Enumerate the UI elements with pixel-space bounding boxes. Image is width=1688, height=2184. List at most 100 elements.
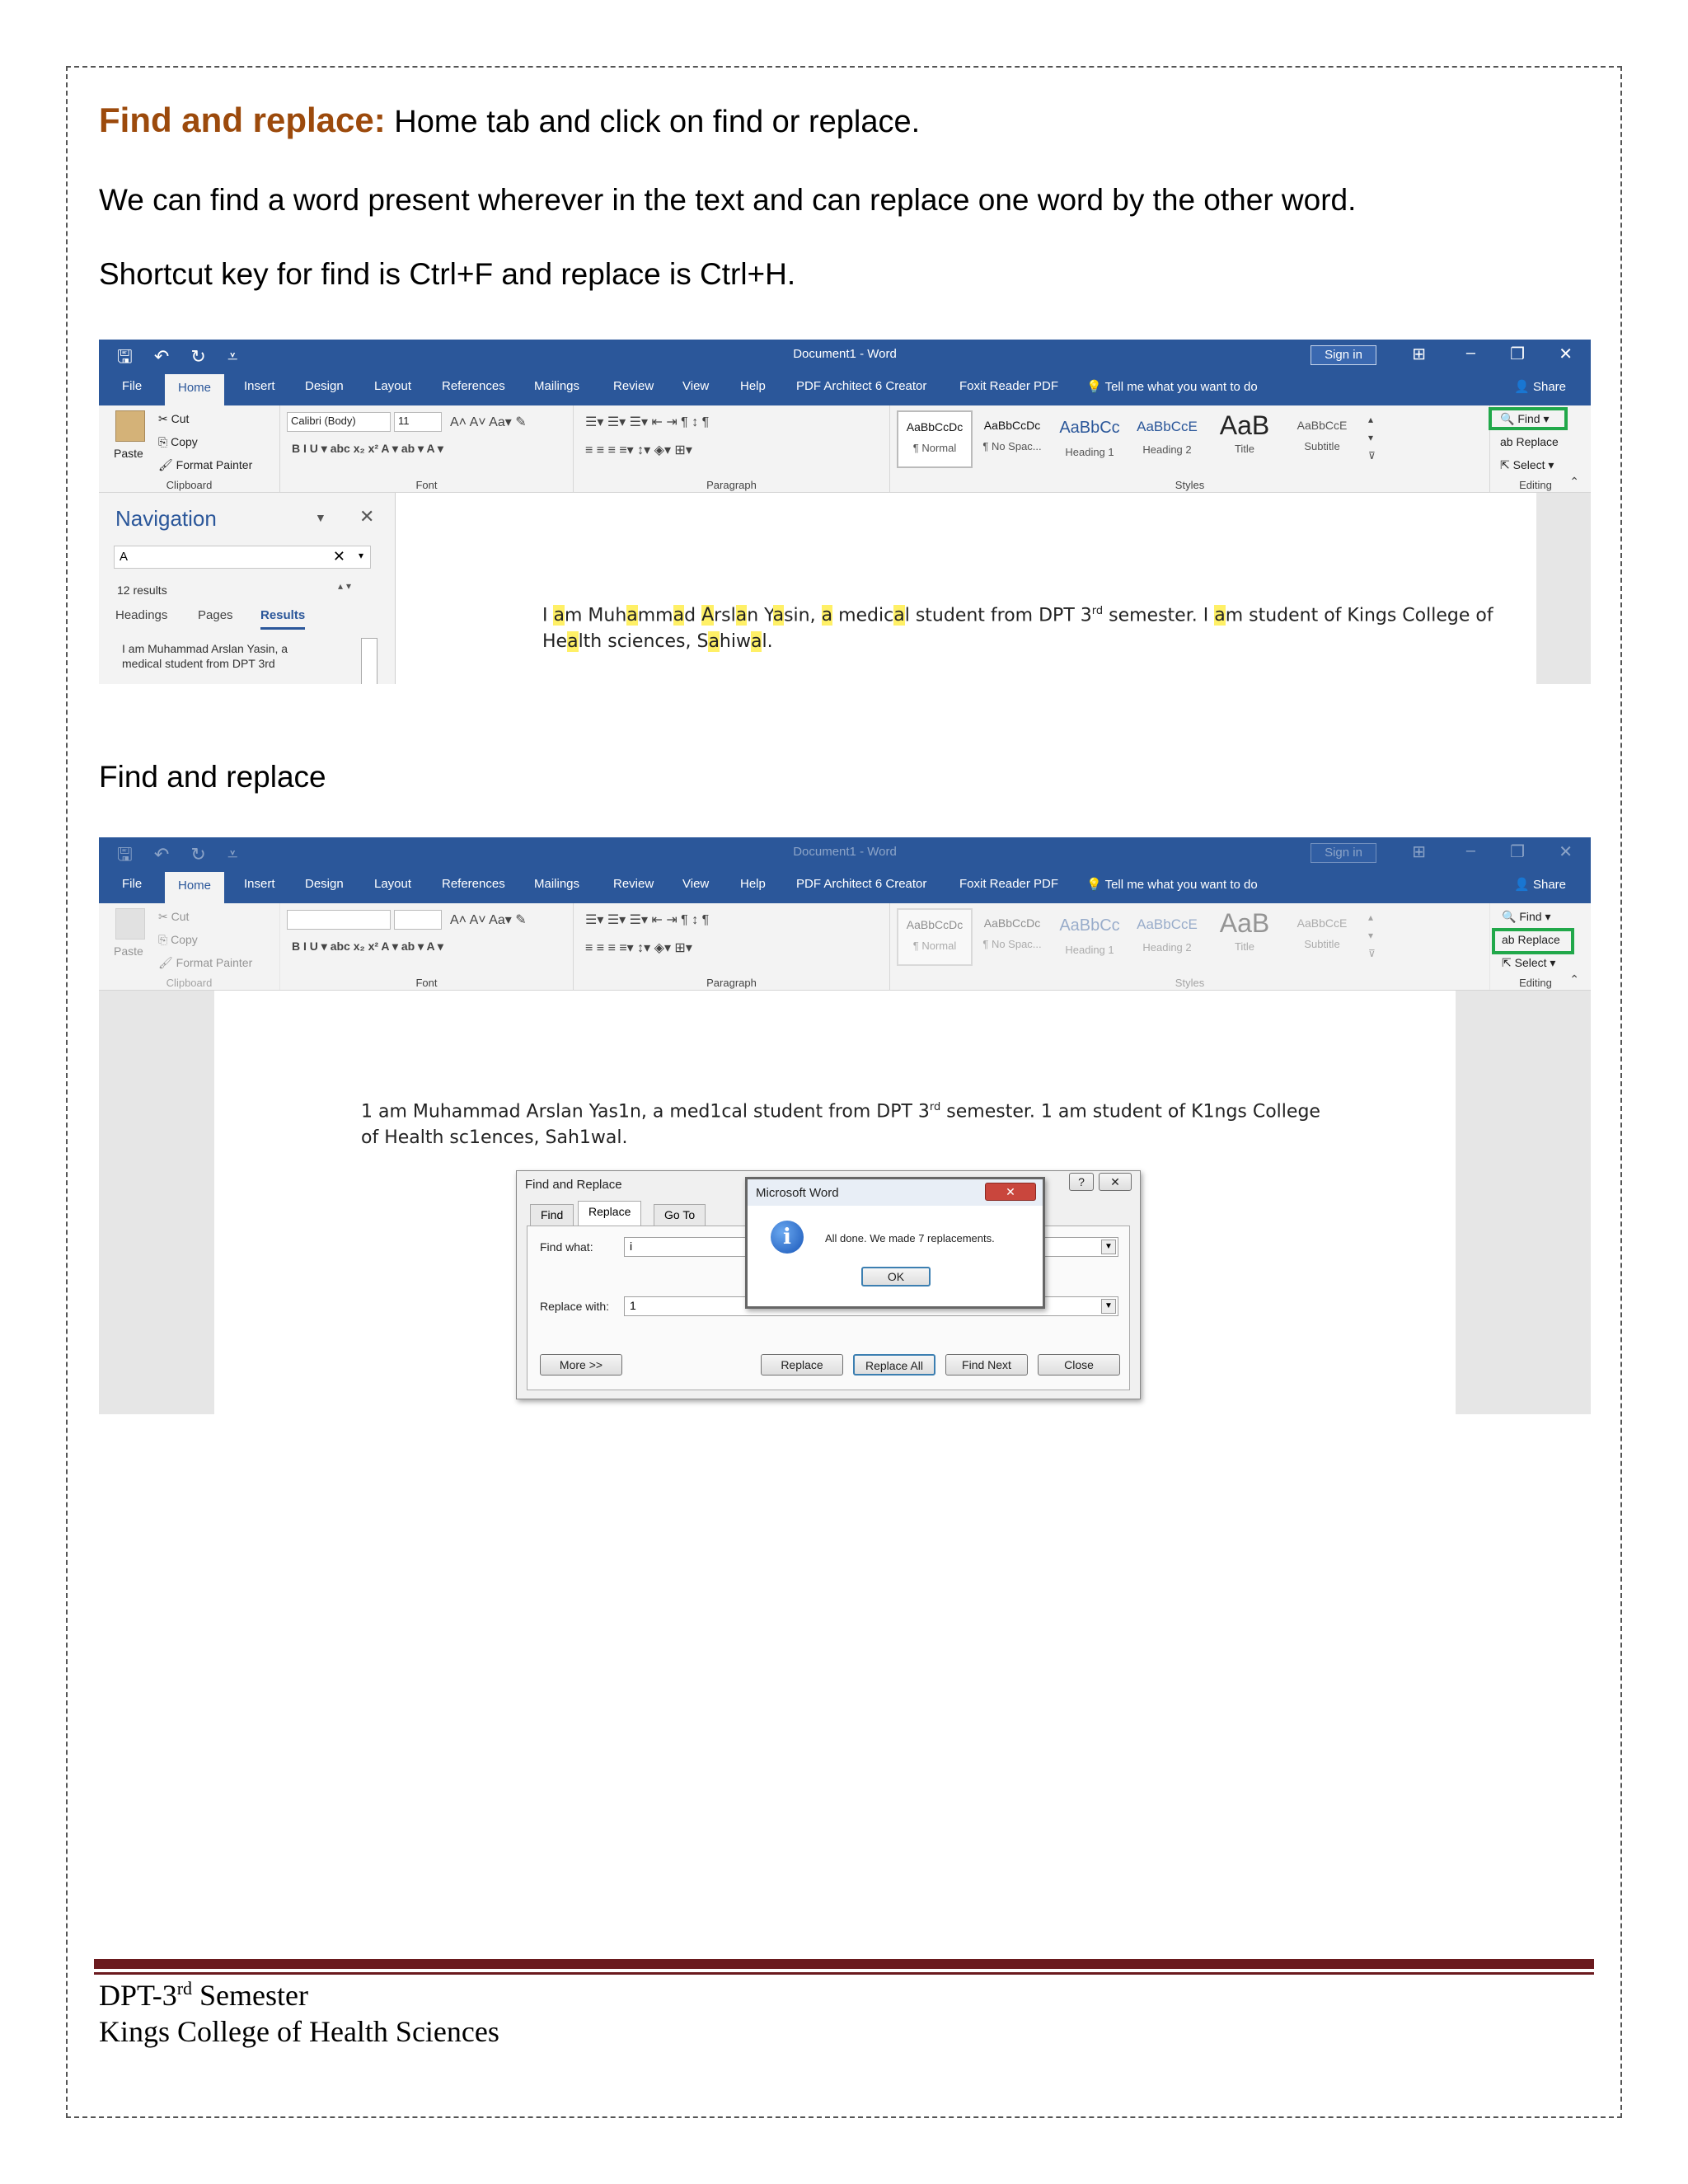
font-name-box[interactable] — [287, 910, 391, 930]
tab-home[interactable]: Home — [165, 872, 225, 903]
cut-button[interactable]: ✂ Cut — [158, 910, 189, 924]
style-heading-1[interactable]: AaBbCc Heading 1 — [1052, 410, 1128, 468]
tab-file[interactable]: File — [122, 877, 142, 891]
format-painter-button[interactable]: 🖌 Format Painter — [158, 458, 252, 472]
tab-design[interactable]: Design — [305, 379, 344, 393]
tab-review[interactable]: Review — [613, 379, 654, 393]
tab-file[interactable]: File — [122, 379, 142, 393]
font-size-box[interactable] — [394, 910, 442, 930]
tab-help[interactable]: Help — [740, 877, 766, 891]
tab-layout[interactable]: Layout — [374, 877, 411, 891]
paste-icon[interactable] — [115, 410, 145, 442]
tab-foxit[interactable]: Foxit Reader PDF — [959, 379, 1058, 393]
style-title[interactable]: AaB Title — [1207, 410, 1282, 468]
tab-pdf-architect[interactable]: PDF Architect 6 Creator — [796, 877, 926, 891]
style-heading-2[interactable]: AaBbCcE Heading 2 — [1129, 908, 1205, 966]
tab-view[interactable]: View — [682, 379, 709, 393]
replace-button[interactable]: ab Replace — [1500, 435, 1559, 448]
style-subtitle[interactable]: AaBbCcE Subtitle — [1284, 908, 1360, 966]
style-no-spacing[interactable]: AaBbCcDc ¶ No Spac... — [974, 908, 1050, 966]
tab-home[interactable]: Home — [165, 374, 225, 405]
list-buttons[interactable]: ☰▾ ☰▾ ☰▾ ⇤ ⇥ ¶ ↕ ¶ — [585, 912, 709, 928]
replace-dialog-button[interactable]: Replace — [761, 1354, 843, 1376]
clear-search-icon[interactable]: ✕ — [333, 548, 345, 565]
style-title[interactable]: AaB Title — [1207, 908, 1282, 966]
cut-button[interactable]: ✂ Cut — [158, 412, 189, 426]
nav-tab-pages[interactable]: Pages — [198, 608, 233, 622]
styles-scroll-icon[interactable]: ▴ ▾ ⊽ — [1368, 908, 1376, 963]
style-heading-1[interactable]: AaBbCc Heading 1 — [1052, 908, 1128, 966]
sign-in-button[interactable]: Sign in — [1311, 345, 1376, 365]
minimize-icon[interactable]: – — [1466, 344, 1475, 363]
ribbon-display-icon[interactable]: ⊞ — [1412, 344, 1426, 364]
tab-find[interactable]: Find — [530, 1204, 574, 1226]
tab-insert[interactable]: Insert — [244, 877, 275, 891]
close-icon[interactable]: ✕ — [1559, 344, 1573, 364]
style-normal[interactable]: AaBbCcDc ¶ Normal — [897, 908, 973, 966]
ribbon-display-icon[interactable]: ⊞ — [1412, 841, 1426, 862]
share-button[interactable]: 👤 Share — [1514, 877, 1566, 892]
sign-in-button[interactable]: Sign in — [1311, 843, 1376, 863]
result-snippet[interactable]: I am Muhammad Arslan Yasin, a medical st… — [122, 641, 312, 671]
tab-mailings[interactable]: Mailings — [534, 877, 579, 891]
align-buttons[interactable]: ≡ ≡ ≡ ≡▾ ↕▾ ◈▾ ⊞▾ — [585, 442, 692, 458]
tab-foxit[interactable]: Foxit Reader PDF — [959, 877, 1058, 891]
paste-button[interactable]: Paste — [114, 944, 143, 958]
quick-access-toolbar[interactable]: 🖫 ↶ ↻ ⩡ — [117, 343, 246, 374]
share-button[interactable]: 👤 Share — [1514, 379, 1566, 394]
find-button[interactable]: 🔍 Find ▾ — [1502, 910, 1550, 924]
list-buttons[interactable]: ☰▾ ☰▾ ☰▾ ⇤ ⇥ ¶ ↕ ¶ — [585, 414, 709, 430]
tab-references[interactable]: References — [442, 379, 505, 393]
select-button[interactable]: ⇱ Select ▾ — [1502, 956, 1555, 970]
document-area[interactable]: I am Muhammad Arslan Yasin, a medical st… — [396, 493, 1536, 684]
align-buttons[interactable]: ≡ ≡ ≡ ≡▾ ↕▾ ◈▾ ⊞▾ — [585, 940, 692, 956]
nav-tab-headings[interactable]: Headings — [115, 608, 167, 622]
tab-replace[interactable]: Replace — [578, 1201, 642, 1226]
tab-pdf-architect[interactable]: PDF Architect 6 Creator — [796, 379, 926, 393]
find-dropdown-icon[interactable]: ▼ — [1101, 1240, 1116, 1254]
tab-help[interactable]: Help — [740, 379, 766, 393]
format-painter-button[interactable]: 🖌 Format Painter — [158, 956, 252, 970]
font-name-box[interactable]: Calibri (Body) — [287, 412, 391, 432]
restore-icon[interactable]: ❐ — [1510, 841, 1525, 862]
nav-close-icon[interactable]: ✕ — [359, 506, 374, 527]
tab-insert[interactable]: Insert — [244, 379, 275, 393]
style-subtitle[interactable]: AaBbCcE Subtitle — [1284, 410, 1360, 468]
collapse-ribbon-icon[interactable]: ⌃ — [1569, 972, 1579, 987]
style-normal[interactable]: AaBbCcDc ¶ Normal — [897, 410, 973, 468]
tab-review[interactable]: Review — [613, 877, 654, 891]
paste-icon[interactable] — [115, 908, 145, 940]
style-no-spacing[interactable]: AaBbCcDc ¶ No Spac... — [974, 410, 1050, 468]
collapse-ribbon-icon[interactable]: ⌃ — [1569, 475, 1579, 489]
quick-access-toolbar[interactable]: 🖫 ↶ ↻ ⩡ — [117, 841, 246, 872]
font-size-box[interactable]: 11 — [394, 412, 442, 432]
font-format-buttons[interactable]: B I U ▾ abc x₂ x² A ▾ ab ▾ A ▾ — [292, 940, 443, 954]
nav-options-icon[interactable]: ▼ — [315, 511, 326, 524]
result-nav-arrows[interactable]: ▴▾ — [338, 580, 354, 592]
font-size-tools[interactable]: A˄ A˅ Aa▾ ✎ — [450, 912, 527, 928]
tell-me-box[interactable]: 💡 Tell me what you want to do — [1086, 379, 1258, 394]
copy-button[interactable]: ⎘ Copy — [158, 435, 198, 449]
restore-icon[interactable]: ❐ — [1510, 344, 1525, 364]
ok-button[interactable]: OK — [861, 1267, 931, 1286]
dialog-close-icon[interactable]: ✕ — [1099, 1173, 1132, 1191]
font-format-buttons[interactable]: B I U ▾ abc x₂ x² A ▾ ab ▾ A ▾ — [292, 442, 443, 456]
nav-search-input[interactable]: A ✕ ▾ — [114, 546, 371, 569]
paste-button[interactable]: Paste — [114, 447, 143, 460]
search-dropdown-icon[interactable]: ▾ — [359, 550, 363, 561]
replace-dropdown-icon[interactable]: ▼ — [1101, 1299, 1116, 1314]
find-next-button[interactable]: Find Next — [945, 1354, 1028, 1376]
tab-design[interactable]: Design — [305, 877, 344, 891]
replace-all-button[interactable]: Replace All — [853, 1354, 935, 1376]
font-size-tools[interactable]: A˄ A˅ Aa▾ ✎ — [450, 414, 527, 430]
close-icon[interactable]: ✕ — [1559, 841, 1573, 862]
tab-view[interactable]: View — [682, 877, 709, 891]
more-button[interactable]: More >> — [540, 1354, 622, 1376]
tab-layout[interactable]: Layout — [374, 379, 411, 393]
minimize-icon[interactable]: – — [1466, 841, 1475, 860]
message-close-icon[interactable]: ✕ — [985, 1183, 1036, 1201]
tell-me-box[interactable]: 💡 Tell me what you want to do — [1086, 877, 1258, 892]
style-heading-2[interactable]: AaBbCcE Heading 2 — [1129, 410, 1205, 468]
nav-tab-results[interactable]: Results — [260, 608, 306, 630]
tab-mailings[interactable]: Mailings — [534, 379, 579, 393]
